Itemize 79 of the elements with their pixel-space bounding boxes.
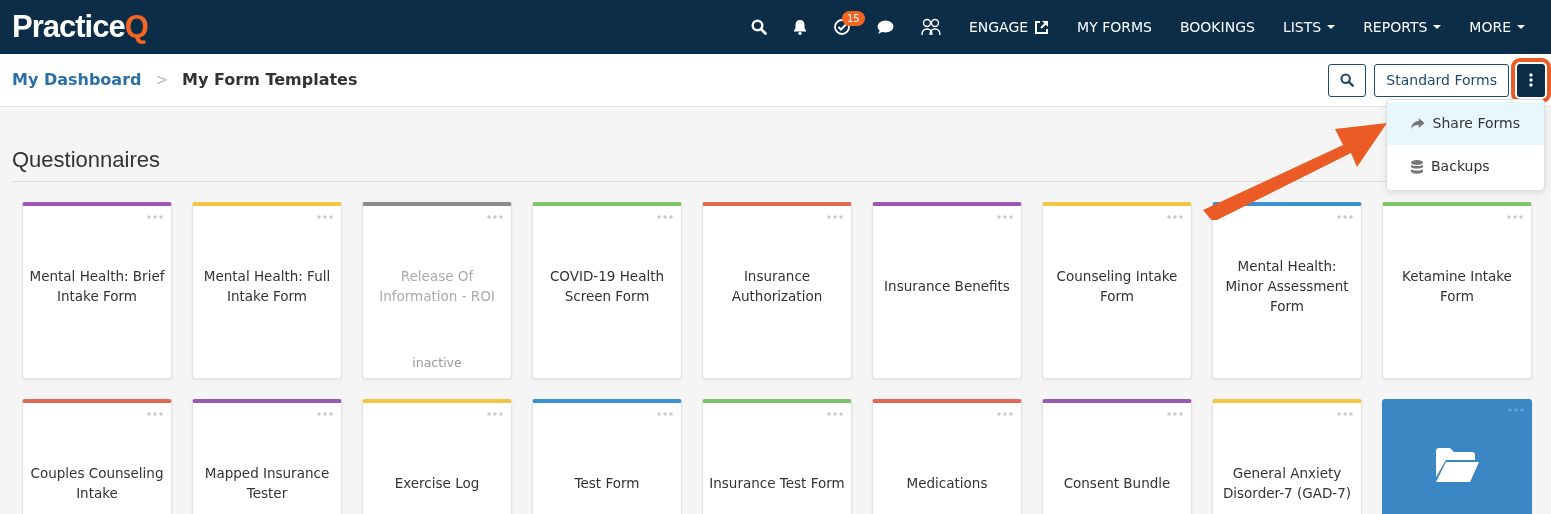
form-card[interactable]: Insurance Test Form xyxy=(702,399,852,514)
form-card[interactable]: Mapped Insurance Tester xyxy=(192,399,342,514)
more-dots-icon[interactable] xyxy=(827,215,843,220)
form-card[interactable]: Exercise Log xyxy=(362,399,512,514)
form-title: Insurance Benefits xyxy=(883,277,1011,297)
share-arrow-icon xyxy=(1411,117,1425,130)
more-dots-icon[interactable] xyxy=(147,412,163,417)
more-dots-icon[interactable] xyxy=(487,215,503,220)
form-title: Exercise Log xyxy=(393,474,481,494)
more-dots-icon[interactable] xyxy=(487,412,503,417)
form-title: Mental Health: Minor Assessment Form xyxy=(1224,257,1350,317)
nav-link[interactable]: MY FORMS xyxy=(1063,0,1166,54)
kebab-icon xyxy=(1529,73,1533,87)
form-card[interactable]: Mental Health: Brief Intake Form xyxy=(22,202,172,380)
form-card[interactable]: Insurance Benefits xyxy=(872,202,1022,380)
caret-icon xyxy=(1433,25,1442,29)
form-card[interactable]: Medications xyxy=(872,399,1022,514)
notification-badge: 15 xyxy=(841,11,865,26)
form-card[interactable]: Insurance Authorization xyxy=(702,202,852,380)
form-card[interactable]: Mental Health: Minor Assessment Form xyxy=(1212,202,1362,380)
breadcrumb-separator: > xyxy=(155,69,169,91)
form-title: Insurance Authorization xyxy=(730,267,824,307)
people-icon[interactable] xyxy=(919,18,942,36)
menu-item[interactable]: Share Forms xyxy=(1387,102,1544,145)
nav-link[interactable]: REPORTS xyxy=(1349,0,1456,54)
more-dots-icon[interactable] xyxy=(317,412,333,417)
form-card[interactable]: General Anxiety Disorder-7 (GAD-7) xyxy=(1212,399,1362,514)
search-button[interactable] xyxy=(1328,63,1367,97)
more-dots-icon[interactable] xyxy=(657,215,673,220)
more-dots-icon[interactable] xyxy=(827,412,843,417)
search-icon xyxy=(1340,73,1355,87)
nav-link[interactable]: MORE xyxy=(1455,0,1539,54)
more-dots-icon[interactable] xyxy=(1507,215,1523,220)
logo: PracticeQ xyxy=(12,7,148,46)
form-card[interactable]: Test Form xyxy=(532,399,682,514)
form-title: Mental Health: Brief Intake Form xyxy=(28,267,166,307)
more-dots-icon[interactable] xyxy=(657,412,673,417)
more-dots-icon[interactable] xyxy=(1337,215,1353,220)
nav-link[interactable]: LISTS xyxy=(1268,0,1350,54)
form-card[interactable]: Mental Health: Full Intake Form xyxy=(192,202,342,380)
folder-icon xyxy=(1434,447,1480,484)
form-title: Medications xyxy=(905,474,989,494)
form-title: Release Of Information - ROI xyxy=(378,267,496,307)
more-dots-icon[interactable] xyxy=(147,215,163,220)
more-dots-icon[interactable] xyxy=(317,215,333,220)
caret-icon xyxy=(1327,25,1336,29)
more-dots-icon[interactable] xyxy=(1337,412,1353,417)
more-dots-icon[interactable] xyxy=(1167,412,1183,417)
form-title: Insurance Test Form xyxy=(708,474,846,494)
standard-forms-button[interactable]: Standard Forms xyxy=(1374,63,1509,97)
caret-icon xyxy=(1517,25,1525,29)
external-link-icon xyxy=(1034,19,1050,35)
search-icon[interactable] xyxy=(750,19,767,35)
form-title: Mental Health: Full Intake Form xyxy=(202,267,332,307)
form-card[interactable]: Consent Bundle xyxy=(1042,399,1192,514)
form-title: Couples Counseling Intake xyxy=(29,464,165,504)
form-title: Mapped Insurance Tester xyxy=(203,464,331,504)
form-title: General Anxiety Disorder-7 (GAD-7) xyxy=(1221,464,1353,504)
chat-icon[interactable] xyxy=(876,19,894,35)
form-title: Test Form xyxy=(573,474,641,494)
status-label: inactive xyxy=(412,353,462,372)
form-card[interactable]: Couples Counseling Intake xyxy=(22,399,172,514)
bell-icon[interactable] xyxy=(792,19,807,35)
breadcrumb-link[interactable]: My Dashboard xyxy=(12,68,142,92)
form-card[interactable]: Ketamine Intake Form xyxy=(1382,202,1532,380)
form-title: Ketamine Intake Form xyxy=(1401,267,1513,307)
form-title: Counseling Intake Form xyxy=(1055,267,1179,307)
more-dots-icon[interactable] xyxy=(997,412,1013,417)
form-card[interactable]: COVID-19 Health Screen Form xyxy=(532,202,682,380)
more-dots-icon[interactable] xyxy=(1508,408,1524,413)
more-dots-icon[interactable] xyxy=(1167,215,1183,220)
nav-link[interactable]: BOOKINGS xyxy=(1165,0,1269,54)
breadcrumb-current: My Form Templates xyxy=(182,69,358,91)
form-card[interactable]: Counseling Intake Form xyxy=(1042,202,1192,380)
form-title: COVID-19 Health Screen Form xyxy=(548,267,666,307)
nav-link[interactable]: ENGAGE xyxy=(954,0,1064,54)
more-dots-icon[interactable] xyxy=(997,215,1013,220)
form-title: Consent Bundle xyxy=(1062,474,1172,494)
database-icon xyxy=(1411,159,1423,174)
